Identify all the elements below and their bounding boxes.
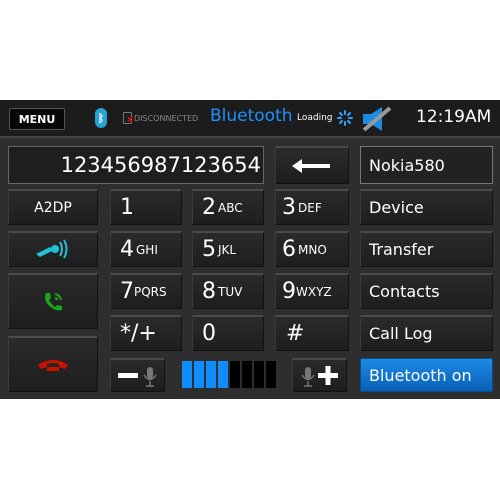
voice-transfer-button[interactable] <box>8 231 98 267</box>
loading-label: Loading <box>297 113 333 123</box>
clock: 12:19AM <box>416 107 492 127</box>
key-digit: 0 <box>202 321 216 346</box>
top-bar: MENU ᛒ DISCONNECTED Bluetooth Loading 12… <box>0 100 500 138</box>
connection-status-text: DISCONNECTED <box>134 113 199 123</box>
key-digit: */+ <box>120 321 157 346</box>
device-name: Nokia580 <box>360 146 493 184</box>
bluetooth-icon: ᛒ <box>95 108 107 128</box>
key-5[interactable]: 5 JKL <box>192 231 264 267</box>
key-digit: 4 <box>120 237 134 262</box>
voice-signal-icon <box>36 239 68 258</box>
key-digit: 9 <box>282 279 296 304</box>
key-digit: 5 <box>202 237 216 262</box>
mic-volume-up-button[interactable] <box>292 358 347 392</box>
key-digit: 8 <box>202 279 216 304</box>
bluetooth-phone-screen: MENU ᛒ DISCONNECTED Bluetooth Loading 12… <box>0 100 500 399</box>
a2dp-button[interactable]: A2DP <box>8 189 98 225</box>
transfer-button[interactable]: Transfer <box>360 231 493 267</box>
key-0[interactable]: 0 <box>192 315 264 351</box>
key-digit: 3 <box>282 195 296 220</box>
volume-segment <box>206 361 216 388</box>
key-8[interactable]: 8 TUV <box>192 273 264 309</box>
volume-segment <box>218 361 228 388</box>
key-2[interactable]: 2 ABC <box>192 189 264 225</box>
key-digit: 2 <box>202 195 216 220</box>
key-digit: # <box>286 321 305 346</box>
key-7[interactable]: 7 PQRS <box>110 273 182 309</box>
backspace-arrow-icon <box>292 158 330 173</box>
page-title: Bluetooth <box>210 106 293 126</box>
volume-segment <box>266 361 276 388</box>
menu-button[interactable]: MENU <box>9 108 65 130</box>
key-letters: ABC <box>218 200 243 215</box>
speaker-muted-icon[interactable] <box>360 105 394 133</box>
key-letters: DEF <box>298 200 322 215</box>
volume-segment <box>182 361 192 388</box>
mic-plus-icon <box>300 365 338 387</box>
volume-segment <box>194 361 204 388</box>
volume-segment <box>254 361 264 388</box>
bluetooth-on-button[interactable]: Bluetooth on <box>360 358 493 392</box>
connection-status: DISCONNECTED <box>123 112 199 125</box>
key-1[interactable]: 1 <box>110 189 182 225</box>
device-button[interactable]: Device <box>360 189 493 225</box>
key-letters: MNO <box>298 242 327 257</box>
key-letters: WXYZ <box>296 284 332 299</box>
phone-call-icon <box>45 292 62 310</box>
key-hash[interactable]: # <box>275 315 349 351</box>
volume-segment <box>242 361 252 388</box>
key-digit: 7 <box>120 279 134 304</box>
key-letters: PQRS <box>134 284 167 299</box>
key-digit: 1 <box>120 195 134 220</box>
key-6[interactable]: 6 MNO <box>275 231 349 267</box>
call-log-button[interactable]: Call Log <box>360 315 493 351</box>
volume-segment <box>230 361 240 388</box>
key-3[interactable]: 3 DEF <box>275 189 349 225</box>
dialed-number-display[interactable]: 123456987123654 <box>8 146 264 184</box>
key-4[interactable]: 4 GHI <box>110 231 182 267</box>
hang-up-icon <box>38 359 68 371</box>
key-digit: 6 <box>282 237 296 262</box>
key-9[interactable]: 9 WXYZ <box>275 273 349 309</box>
minus-mic-icon <box>117 366 157 387</box>
key-letters: TUV <box>218 284 243 299</box>
mic-volume-down-button[interactable] <box>110 358 165 392</box>
contacts-button[interactable]: Contacts <box>360 273 493 309</box>
loading-spinner-icon <box>337 110 353 126</box>
key-letters: GHI <box>136 242 158 257</box>
phone-disconnected-icon <box>123 112 133 125</box>
call-button[interactable] <box>8 273 98 329</box>
mic-volume-meter[interactable] <box>182 361 276 388</box>
key-star-plus[interactable]: */+ <box>110 315 182 351</box>
key-letters: JKL <box>218 242 237 257</box>
hang-up-button[interactable] <box>8 336 98 392</box>
backspace-button[interactable] <box>275 146 349 184</box>
